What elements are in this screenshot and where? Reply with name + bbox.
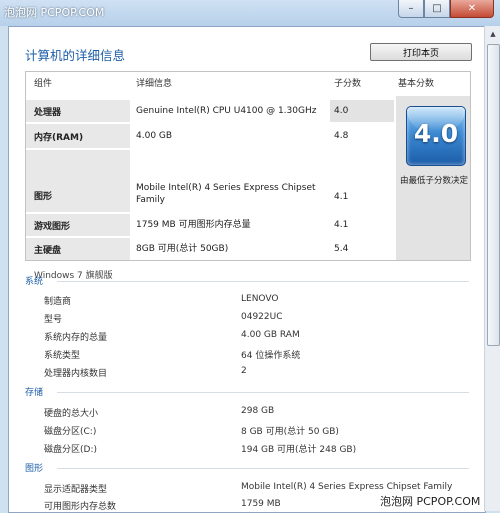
- row-graphics-detail: Mobile Intel(R) 4 Series Express Chipset…: [136, 183, 316, 205]
- system-value: 04922UC: [241, 312, 283, 322]
- details-panel: 计算机的详细信息 打印本页 组件 详细信息 子分数 基本分数 处理器 Genui…: [8, 26, 486, 513]
- system-value: 64 位操作系统: [241, 351, 301, 361]
- system-label: 系统类型: [44, 351, 81, 361]
- vertical-scrollbar[interactable]: ▲: [484, 26, 500, 511]
- row-gaming-detail: 1759 MB 可用图形内存总量: [136, 220, 251, 230]
- scroll-up-arrow-icon[interactable]: ▲: [485, 26, 500, 42]
- watermark-top: 泡泡网 PCPOP.COM: [4, 6, 105, 19]
- base-score-note: 由最低子分数决定: [399, 176, 468, 186]
- section-system-title: 系统: [25, 277, 44, 287]
- section-graphics-line: [57, 468, 469, 469]
- header-basescore: 基本分数: [398, 79, 435, 89]
- section-system-line: [57, 281, 469, 282]
- windows-experience-badge-icon: 4.0: [406, 106, 466, 166]
- row-ram-score: 4.8: [334, 131, 349, 141]
- graphics-value: 1759 MB: [241, 499, 281, 509]
- row-processor-name: 处理器: [26, 100, 130, 122]
- graphics-label: 可用图形内存总数: [44, 502, 117, 512]
- title-bar: 泡泡网 PCPOP.COM – □ ✕: [0, 0, 500, 26]
- storage-value: 8 GB 可用(总计 50 GB): [241, 427, 339, 437]
- row-gaming-score: 4.1: [334, 220, 349, 230]
- window-controls: – □ ✕: [398, 0, 494, 18]
- graphics-label: 显示适配器类型: [44, 485, 108, 495]
- section-storage-title: 存储: [25, 388, 44, 398]
- base-score-panel: 4.0 由最低子分数决定: [396, 96, 470, 260]
- page-title: 计算机的详细信息: [25, 48, 126, 63]
- header-component: 组件: [34, 79, 53, 89]
- storage-label: 磁盘分区(D:): [44, 445, 97, 455]
- row-ram-detail: 4.00 GB: [136, 131, 173, 141]
- system-label: 型号: [44, 315, 63, 325]
- row-disk-name: 主硬盘: [26, 238, 130, 260]
- system-label: 处理器内核数目: [44, 369, 108, 379]
- base-score-value: 4.0: [413, 119, 459, 148]
- row-graphics-name: 图形: [26, 150, 130, 212]
- maximize-button[interactable]: □: [424, 0, 450, 18]
- row-processor-detail: Genuine Intel(R) CPU U4100 @ 1.30GHz: [136, 106, 317, 116]
- row-disk-detail: 8GB 可用(总计 50GB): [136, 244, 229, 254]
- print-button[interactable]: 打印本页: [370, 43, 472, 61]
- system-label: 系统内存的总量: [44, 333, 108, 343]
- section-storage-line: [57, 392, 469, 393]
- row-disk-score: 5.4: [334, 244, 349, 254]
- header-detail: 详细信息: [136, 79, 173, 89]
- storage-label: 硬盘的总大小: [44, 409, 99, 419]
- score-table: 组件 详细信息 子分数 基本分数 处理器 Genuine Intel(R) CP…: [25, 71, 471, 281]
- row-graphics-score: 4.1: [334, 192, 349, 202]
- system-value: 4.00 GB RAM: [241, 330, 300, 340]
- watermark-bottom: 泡泡网 PCPOP.COM: [378, 493, 483, 509]
- windows-edition: Windows 7 旗舰版: [34, 271, 113, 281]
- minimize-button[interactable]: –: [398, 0, 424, 18]
- table-divider: [26, 260, 470, 261]
- row-ram-name: 内存(RAM): [26, 124, 130, 148]
- system-value: 2: [241, 366, 247, 376]
- section-graphics-title: 图形: [25, 464, 44, 474]
- header-subscore: 子分数: [334, 79, 362, 89]
- row-gaming-name: 游戏图形: [26, 214, 130, 236]
- graphics-value: Mobile Intel(R) 4 Series Express Chipset…: [241, 482, 453, 492]
- storage-value: 298 GB: [241, 406, 275, 416]
- system-value: LENOVO: [241, 294, 279, 304]
- scroll-thumb[interactable]: [487, 44, 500, 346]
- system-label: 制造商: [44, 297, 72, 307]
- row-processor-score: 4.0: [330, 100, 394, 122]
- storage-label: 磁盘分区(C:): [44, 427, 97, 437]
- storage-value: 194 GB 可用(总计 248 GB): [241, 445, 357, 455]
- close-button[interactable]: ✕: [450, 0, 494, 18]
